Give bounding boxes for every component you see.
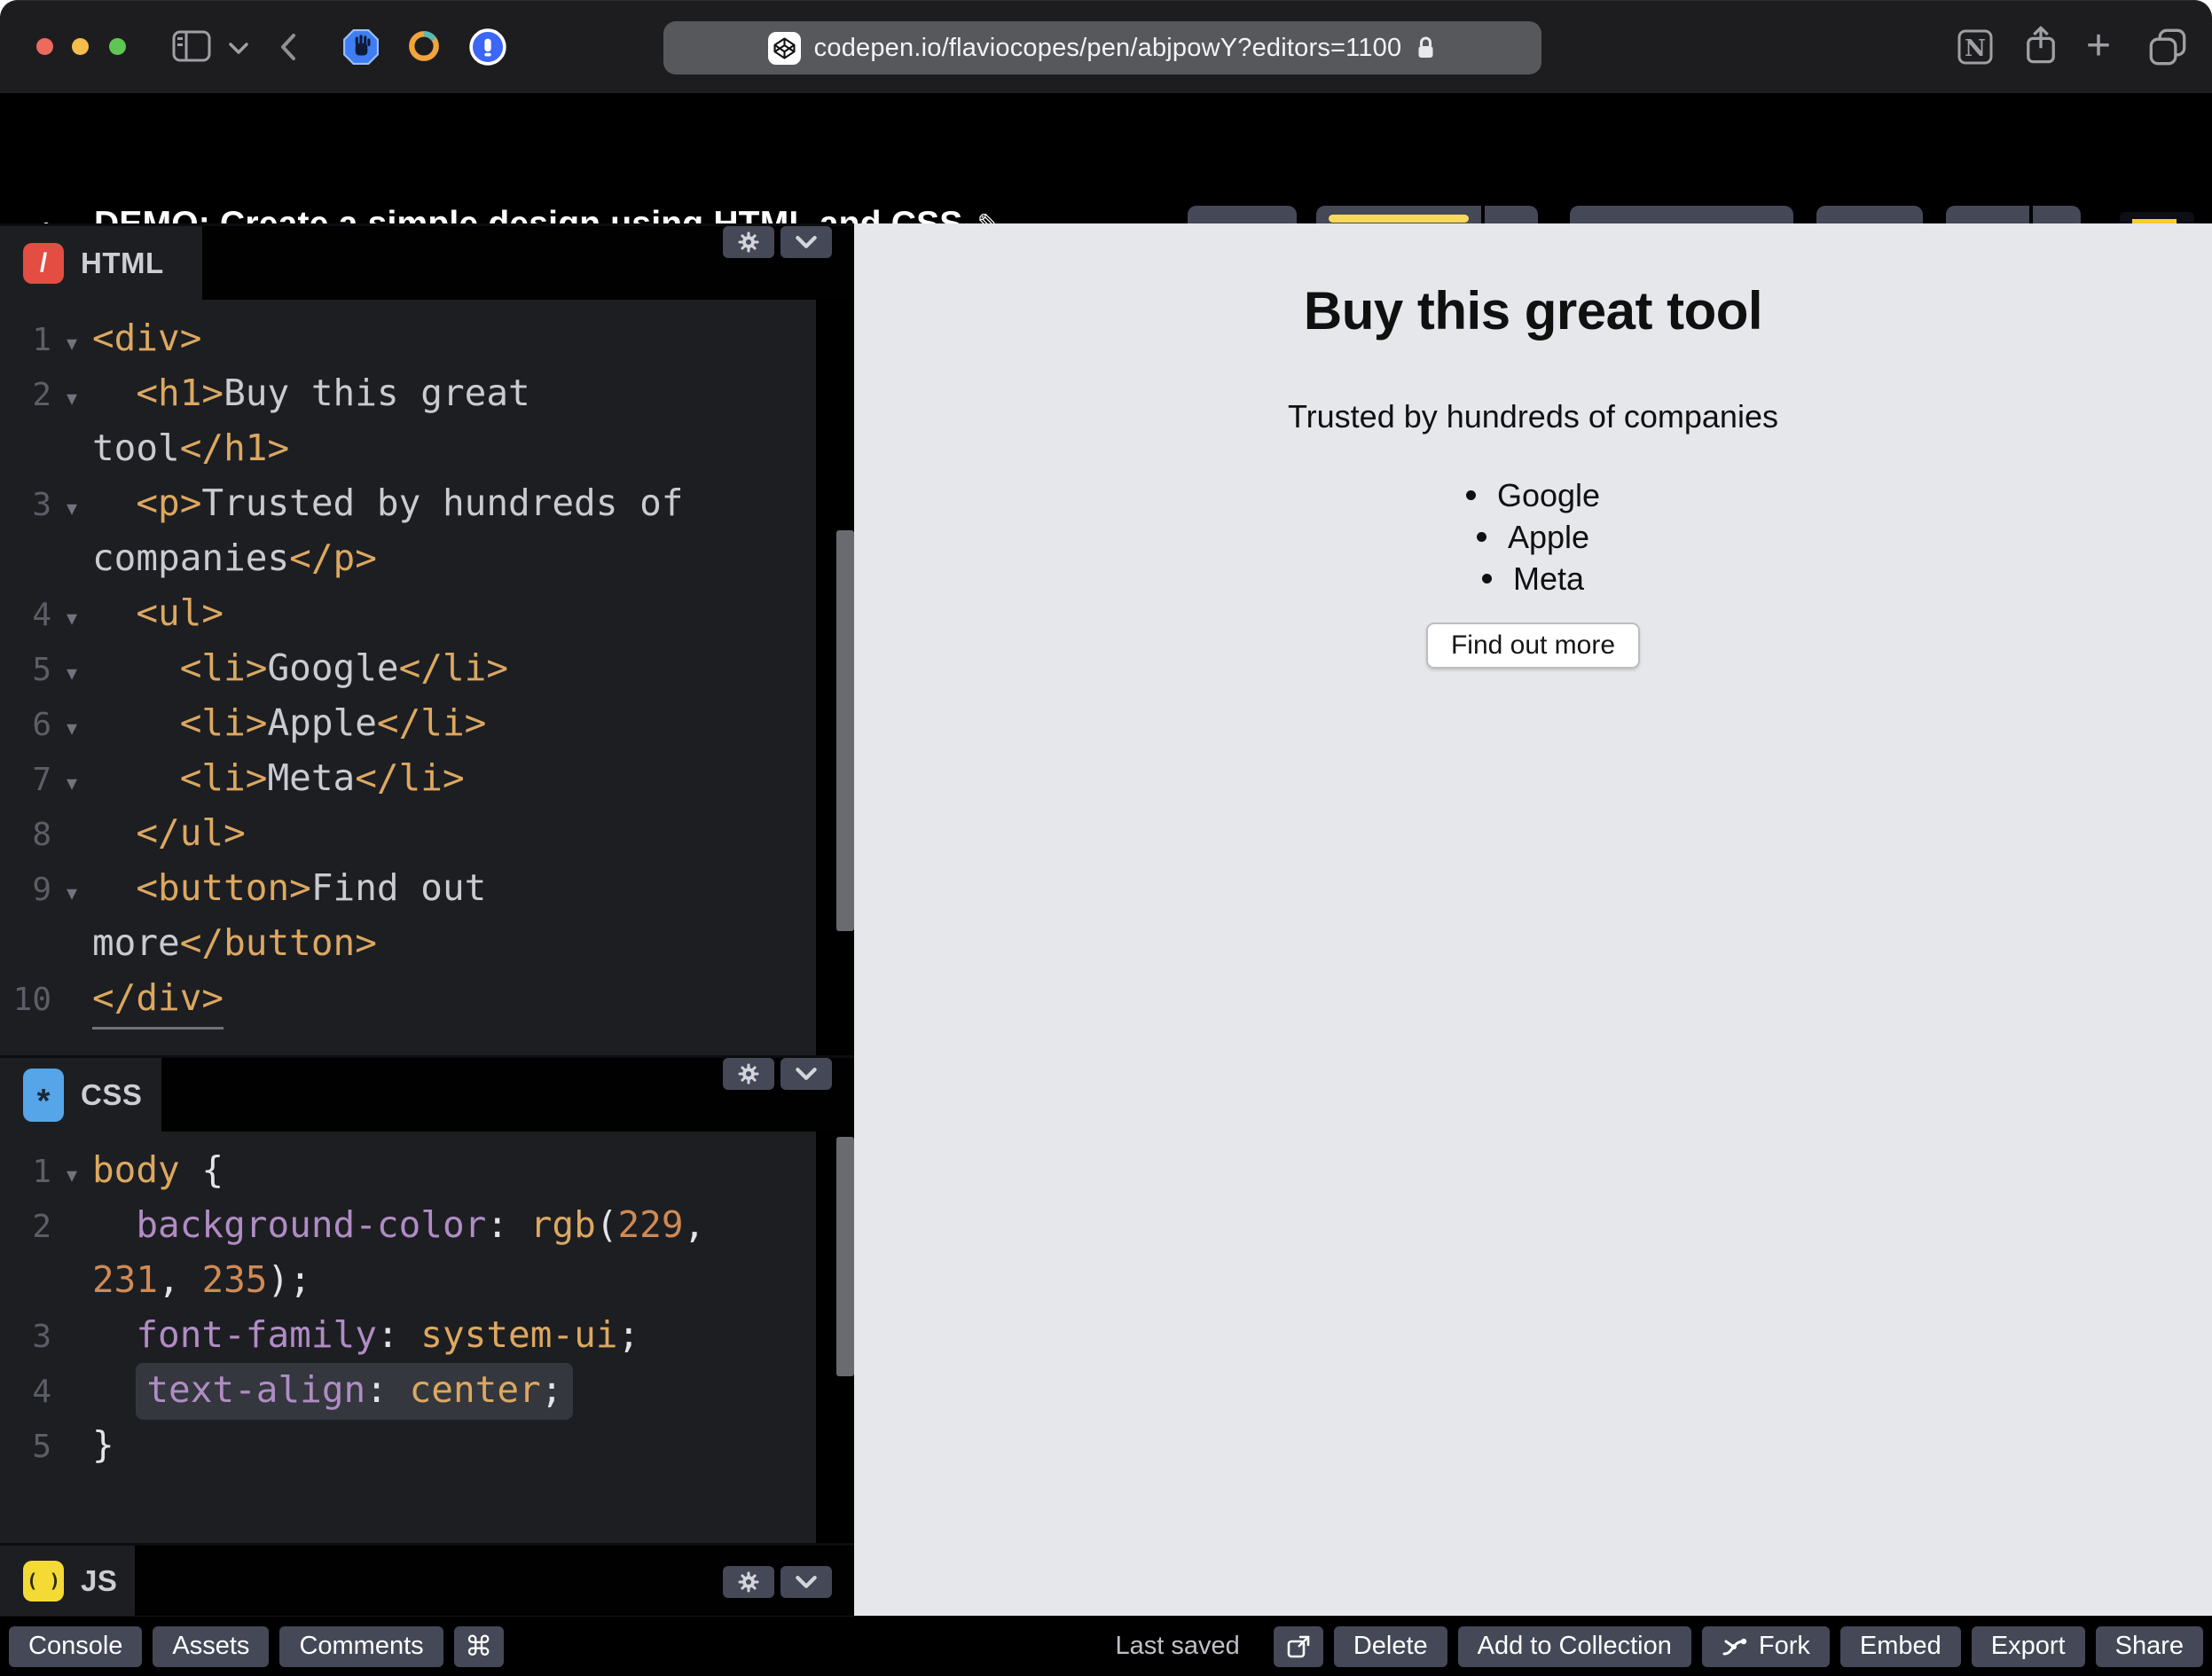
code-line: 4 text-align: center; [0,1362,816,1417]
save-status: Last saved [1116,1632,1240,1661]
code-line: 4▾ <ul> [0,585,816,640]
result-preview: Buy this great tool Trusted by hundreds … [854,223,2212,1616]
fold-arrow-icon[interactable]: ▾ [51,866,92,921]
list-item: Google [854,474,2212,516]
js-panel-icon: ( ) [23,1561,64,1602]
css-code-editor[interactable]: 1▾body {2 background-color: rgb(229,231,… [0,1132,816,1543]
comments-button[interactable]: Comments [279,1626,443,1667]
html-panel-label: HTML [81,247,164,280]
code-line: 3 font-family: system-ui; [0,1307,816,1362]
notion-extension-icon[interactable]: N [1957,28,1994,66]
traffic-light-minimize[interactable] [72,38,89,55]
new-tab-icon[interactable]: + [2086,25,2111,67]
html-settings-button[interactable] [723,226,774,258]
browser-window: codepen.io/flaviocopes/pen/abjpowY?edito… [0,0,2212,1676]
fold-arrow-icon[interactable]: ▾ [51,701,92,756]
list-item: Meta [854,558,2212,599]
embed-button[interactable]: Embed [1840,1626,1961,1667]
back-icon[interactable] [280,33,296,61]
editor-column: / HTML 1▾<div>2▾ <h1>Buy this greattool<… [0,223,854,1616]
preview-company-list: Google Apple Meta [854,474,2212,599]
code-line: 7▾ <li>Meta</li> [0,750,816,805]
find-out-more-button[interactable]: Find out more [1426,623,1640,669]
ring-extension-icon[interactable] [407,29,441,63]
share-button[interactable]: Share [2096,1626,2203,1667]
share-icon[interactable] [2024,25,2058,66]
open-live-view-button[interactable] [1274,1626,1323,1667]
html-collapse-button[interactable] [780,226,832,258]
save-accent-bar [1329,215,1469,223]
html-panel-header: / HTML [0,223,854,300]
code-line: 5▾ <li>Google</li> [0,640,816,695]
list-item: Apple [854,516,2212,558]
code-line: companies</p> [0,530,816,585]
code-line: 5} [0,1417,816,1472]
bullet-icon [1482,574,1492,583]
code-line: tool</h1> [0,420,816,475]
css-panel-header: * CSS [0,1055,854,1132]
sidebar-icon[interactable] [172,30,211,62]
code-line: 6▾ <li>Apple</li> [0,695,816,750]
traffic-light-close[interactable] [36,38,53,55]
tab-html[interactable]: / HTML [0,226,202,300]
delete-button[interactable]: Delete [1334,1626,1447,1667]
css-panel-label: CSS [81,1078,142,1112]
url-bar[interactable]: codepen.io/flaviocopes/pen/abjpowY?edito… [663,21,1541,74]
chevron-down-icon[interactable] [229,43,248,55]
fork-icon [1722,1635,1748,1658]
code-line: 1▾body { [0,1142,816,1197]
fold-arrow-icon[interactable]: ▾ [51,1148,92,1203]
code-line: 1▾<div> [0,310,816,365]
traffic-light-zoom[interactable] [109,38,126,55]
css-panel-icon: * [23,1069,64,1122]
command-button[interactable]: ⌘ [454,1626,504,1667]
code-line: 3▾ <p>Trusted by hundreds of [0,475,816,530]
add-to-collection-button[interactable]: Add to Collection [1458,1626,1691,1667]
fold-arrow-icon[interactable]: ▾ [51,646,92,701]
css-editor-scrollbar[interactable] [836,1137,854,1376]
tab-js[interactable]: ( ) JS [0,1546,135,1616]
content-blocker-extension-icon[interactable] [342,27,380,67]
tabs-overview-icon[interactable] [2148,27,2187,67]
preview-heading: Buy this great tool [854,223,2212,341]
fold-arrow-icon[interactable]: ▾ [51,756,92,811]
svg-text:N: N [1965,35,1986,62]
js-panel-header: ( ) JS [0,1543,854,1616]
browser-toolbar: codepen.io/flaviocopes/pen/abjpowY?edito… [0,0,2212,93]
code-line: 8 </ul> [0,805,816,860]
preview-subheading: Trusted by hundreds of companies [854,398,2212,435]
html-code-editor[interactable]: 1▾<div>2▾ <h1>Buy this greattool</h1>3▾ … [0,300,816,1055]
code-line: 9▾ <button>Find out [0,860,816,915]
fold-arrow-icon[interactable]: ▾ [51,317,92,372]
password-manager-extension-icon[interactable] [468,27,507,67]
lock-icon [1415,35,1437,61]
code-line: 2 background-color: rgb(229, [0,1197,816,1252]
external-link-icon [1286,1634,1311,1659]
code-line: 231, 235); [0,1252,816,1307]
js-panel-label: JS [81,1564,117,1598]
html-editor-scrollbar[interactable] [836,530,854,931]
code-line: 10</div> [0,970,816,1025]
tab-css[interactable]: * CSS [0,1058,161,1132]
footer-bar: Console Assets Comments ⌘ Last saved Del… [0,1616,2212,1676]
bullet-icon [1477,532,1486,542]
css-collapse-button[interactable] [780,1058,832,1090]
js-settings-button[interactable] [723,1566,774,1598]
fold-arrow-icon[interactable]: ▾ [51,482,92,536]
js-collapse-button[interactable] [780,1566,832,1598]
codepen-header: DEMO: Create a simple design using HTML … [0,93,2212,223]
bullet-icon [1466,490,1476,500]
fold-arrow-icon[interactable]: ▾ [51,372,92,427]
site-favicon [768,32,801,65]
html-panel-icon: / [23,243,64,284]
console-button[interactable]: Console [9,1626,142,1667]
code-line: 2▾ <h1>Buy this great [0,365,816,420]
fold-arrow-icon[interactable]: ▾ [51,591,92,646]
export-button[interactable]: Export [1972,1626,2085,1667]
code-line: more</button> [0,915,816,970]
assets-button[interactable]: Assets [153,1626,269,1667]
fork-button[interactable]: Fork [1702,1626,1830,1667]
css-settings-button[interactable] [723,1058,774,1090]
url-text: codepen.io/flaviocopes/pen/abjpowY?edito… [814,34,1402,63]
